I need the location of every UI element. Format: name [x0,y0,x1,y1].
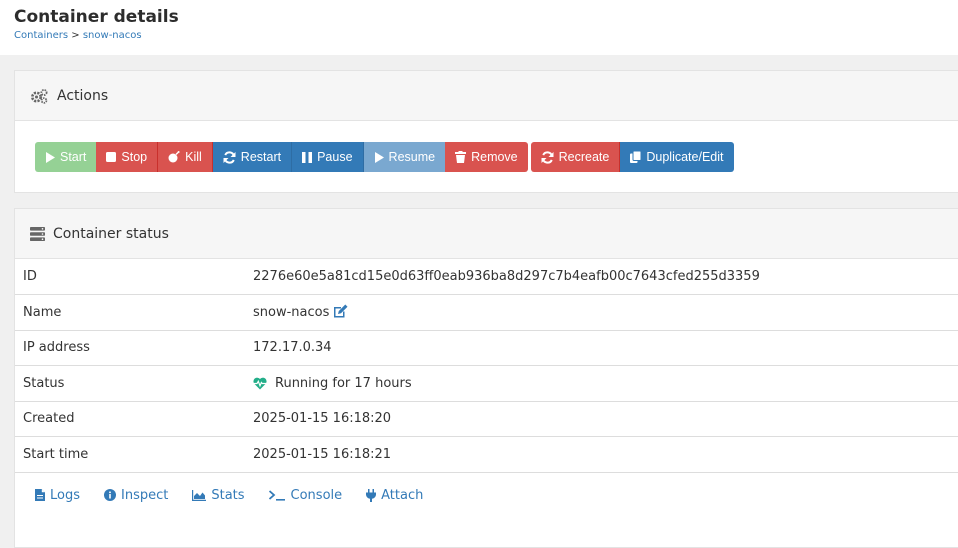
table-row: IP address 172.17.0.34 [15,330,958,366]
container-control-group: Start Stop Kill Restart Pause Resume Rem… [35,142,528,172]
console-link[interactable]: Console [268,487,343,503]
refresh-icon [541,150,554,164]
heartbeat-icon [253,377,267,390]
container-edit-group: Recreate Duplicate/Edit [530,142,734,172]
action-buttons: Start Stop Kill Restart Pause Resume Rem… [35,142,737,172]
kill-button[interactable]: Kill [158,142,213,172]
status-value: Running for 17 hours [275,375,412,391]
start-label: Start [60,150,87,164]
duplicate-edit-button[interactable]: Duplicate/Edit [620,142,734,172]
start-button[interactable]: Start [35,142,97,172]
created-value: 2025-01-15 16:18:20 [245,401,958,437]
area-chart-icon [192,489,207,501]
actions-panel: Actions Start Stop Kill Restart Pause Re… [14,70,958,193]
pause-label: Pause [317,150,353,164]
stop-label: Stop [121,150,148,164]
actions-panel-header: Actions [15,71,958,121]
breadcrumb-containers-link[interactable]: Containers [14,30,68,41]
inspect-link[interactable]: Inspect [104,488,168,503]
container-status-panel: Container status ID 2276e60e5a81cd15e0d6… [14,208,958,548]
page-title: Container details [14,7,179,27]
kill-label: Kill [185,150,202,164]
breadcrumb-current-link[interactable]: snow-nacos [83,30,142,41]
table-row: ID 2276e60e5a81cd15e0d63ff0eab936ba8d297… [15,259,958,295]
pause-button[interactable]: Pause [292,142,364,172]
actions-panel-title: Actions [57,87,109,104]
name-label: Name [15,294,245,331]
play-icon [46,151,55,163]
container-details-table: ID 2276e60e5a81cd15e0d63ff0eab936ba8d297… [15,259,958,473]
start-time-value: 2025-01-15 16:18:21 [245,436,958,473]
file-text-icon [35,489,45,501]
name-cell: snow-nacos [245,294,958,331]
attach-link[interactable]: Attach [366,488,423,503]
refresh-icon [223,150,236,164]
remove-button[interactable]: Remove [445,142,528,172]
console-label: Console [290,487,343,503]
created-label: Created [15,401,245,437]
bomb-icon [168,151,180,163]
restart-button[interactable]: Restart [212,142,293,172]
ip-value: 172.17.0.34 [245,330,958,366]
cogs-icon [31,88,48,104]
edit-icon[interactable] [333,304,348,318]
duplicate-edit-label: Duplicate/Edit [646,150,724,164]
pause-icon [302,151,313,163]
container-status-header: Container status [15,209,958,259]
name-value: snow-nacos [253,305,330,321]
trash-icon [455,151,467,163]
play-icon [374,151,384,163]
server-icon [30,226,45,241]
breadcrumb-separator: > [71,30,80,41]
table-row: Name snow-nacos [15,294,958,331]
logs-link[interactable]: Logs [35,488,80,503]
recreate-label: Recreate [558,150,610,164]
recreate-button[interactable]: Recreate [530,142,621,172]
terminal-icon [268,489,285,501]
resume-button[interactable]: Resume [363,142,446,172]
id-value: 2276e60e5a81cd15e0d63ff0eab936ba8d297c7b… [245,259,958,295]
start-time-label: Start time [15,436,245,473]
stats-link[interactable]: Stats [192,487,245,503]
id-label: ID [15,259,245,295]
copy-icon [630,151,642,163]
info-circle-icon [104,489,116,501]
restart-label: Restart [240,150,282,164]
remove-label: Remove [471,150,518,164]
status-cell: Running for 17 hours [245,365,958,402]
status-label: Status [15,365,245,402]
plug-icon [366,488,377,502]
attach-label: Attach [381,487,424,503]
inspect-label: Inspect [121,487,169,503]
table-row: Created 2025-01-15 16:18:20 [15,401,958,437]
stop-icon [106,152,117,162]
container-links: Logs Inspect Stats Console Attach [15,473,958,503]
table-row: Start time 2025-01-15 16:18:21 [15,436,958,473]
breadcrumb: Containers > snow-nacos [14,30,944,41]
resume-label: Resume [388,150,436,164]
logs-label: Logs [50,487,80,503]
stats-label: Stats [211,487,245,503]
container-status-title: Container status [53,225,169,242]
stop-button[interactable]: Stop [96,142,159,172]
ip-label: IP address [15,330,245,366]
page-header: Container details Containers > snow-naco… [0,0,958,55]
table-row: Status Running for 17 hours [15,365,958,402]
